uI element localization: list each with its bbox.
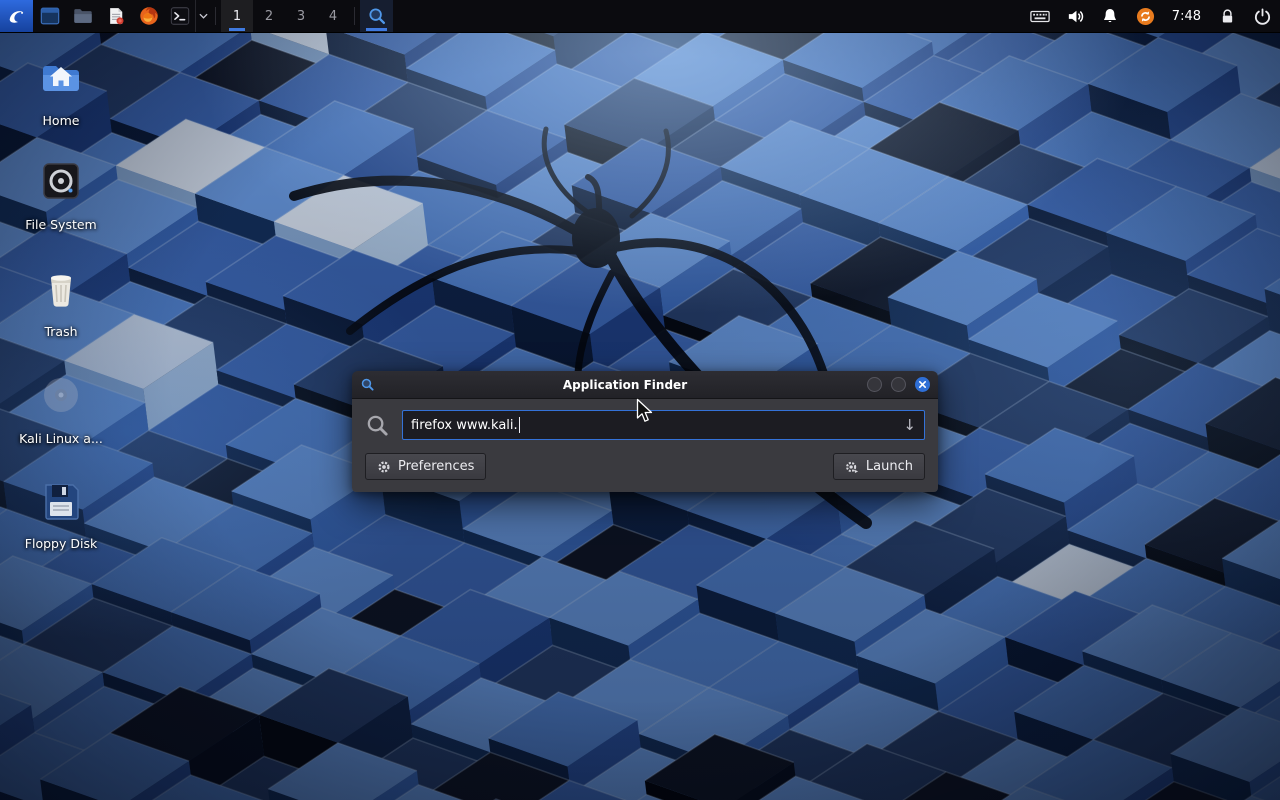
firefox-launcher[interactable]	[132, 0, 165, 32]
workspace-2-label: 2	[265, 9, 273, 24]
folder-icon	[72, 5, 94, 27]
top-panel: 1 2 3 4	[0, 0, 1280, 33]
launch-button-label: Launch	[866, 459, 913, 474]
home-icon	[37, 53, 85, 101]
folder-launcher[interactable]	[66, 0, 99, 32]
bell-icon	[1101, 7, 1119, 25]
execute-gear-icon	[845, 460, 859, 474]
search-input[interactable]: firefox www.kali. ↓	[402, 410, 925, 440]
firefox-icon	[138, 5, 160, 27]
text-editor-launcher[interactable]	[99, 0, 132, 32]
workspace-1-label: 1	[233, 9, 241, 24]
volume-icon	[1066, 7, 1085, 26]
floppy-icon	[37, 476, 85, 524]
updates-button[interactable]	[1128, 0, 1163, 32]
updates-icon	[1136, 7, 1155, 26]
window-controls	[858, 377, 930, 392]
notifications-button[interactable]	[1093, 0, 1128, 32]
workspace-4-button[interactable]: 4	[317, 0, 349, 32]
desktop-icon-label: File System	[15, 217, 107, 232]
terminal-launcher[interactable]	[165, 0, 195, 32]
close-icon	[918, 380, 927, 389]
search-row: firefox www.kali. ↓	[365, 410, 925, 440]
volume-button[interactable]	[1058, 0, 1093, 32]
gear-icon	[377, 460, 391, 474]
dialog-buttons: Preferences Launch	[365, 453, 925, 480]
search-input-value: firefox www.kali.	[411, 418, 518, 433]
launch-button[interactable]: Launch	[833, 453, 925, 480]
desktop-icon-label: Home	[15, 113, 107, 128]
workspace-4-label: 4	[329, 9, 337, 24]
lock-screen-button[interactable]	[1210, 0, 1245, 32]
terminal-icon	[169, 5, 191, 27]
maximize-button[interactable]	[891, 377, 906, 392]
workspace-1-button[interactable]: 1	[221, 0, 253, 32]
desktop-icon-label: Trash	[15, 324, 107, 339]
workspace-3-button[interactable]: 3	[285, 0, 317, 32]
minimize-button[interactable]	[867, 377, 882, 392]
desktop-icon-label: Kali Linux a...	[15, 431, 107, 446]
filesystem-icon	[37, 157, 85, 205]
clock[interactable]: 7:48	[1163, 0, 1210, 32]
desktop-icon-floppy[interactable]: Floppy Disk	[15, 476, 107, 551]
search-icon	[367, 6, 387, 26]
desktop-icon-trash[interactable]: Trash	[15, 264, 107, 339]
keyboard-indicator-button[interactable]	[1023, 0, 1058, 32]
file-manager-icon	[39, 5, 61, 27]
applications-menu-button[interactable]	[0, 0, 33, 32]
keyboard-icon	[1030, 9, 1050, 24]
kali-disc-icon	[37, 371, 85, 419]
workspace-3-label: 3	[297, 9, 305, 24]
search-icon	[365, 413, 390, 438]
workspace-2-button[interactable]: 2	[253, 0, 285, 32]
text-caret	[519, 417, 520, 433]
kali-dragon-icon	[6, 5, 28, 27]
file-manager-launcher[interactable]	[33, 0, 66, 32]
application-finder-launcher[interactable]	[360, 0, 393, 32]
power-icon	[1253, 7, 1272, 26]
desktop-icon-home[interactable]: Home	[15, 53, 107, 128]
panel-spacer	[393, 0, 1023, 32]
preferences-button-label: Preferences	[398, 459, 474, 474]
panel-separator	[215, 7, 216, 25]
session-power-button[interactable]	[1245, 0, 1280, 32]
terminal-menu-button[interactable]	[195, 0, 210, 32]
terminal-launcher-group	[165, 0, 210, 32]
close-button[interactable]	[915, 377, 930, 392]
chevron-down-icon	[199, 13, 208, 19]
workspace-switcher: 1 2 3 4	[221, 0, 349, 32]
application-finder-window: Application Finder firefox www.kali. ↓	[352, 371, 938, 492]
dialog-body: firefox www.kali. ↓ Preferences Launch	[352, 399, 938, 492]
desktop-icon-label: Floppy Disk	[15, 536, 107, 551]
window-titlebar[interactable]: Application Finder	[352, 371, 938, 399]
text-editor-icon	[106, 6, 126, 26]
desktop-icon-filesystem[interactable]: File System	[15, 157, 107, 232]
dropdown-arrow-icon[interactable]: ↓	[903, 418, 916, 433]
desktop-icon-kali-disc[interactable]: Kali Linux a...	[15, 371, 107, 446]
panel-separator	[354, 7, 355, 25]
window-search-icon	[360, 377, 375, 392]
window-title: Application Finder	[392, 378, 858, 392]
trash-icon	[37, 264, 85, 312]
preferences-button[interactable]: Preferences	[365, 453, 486, 480]
lock-icon	[1219, 8, 1236, 25]
panel-launchers	[0, 0, 210, 32]
